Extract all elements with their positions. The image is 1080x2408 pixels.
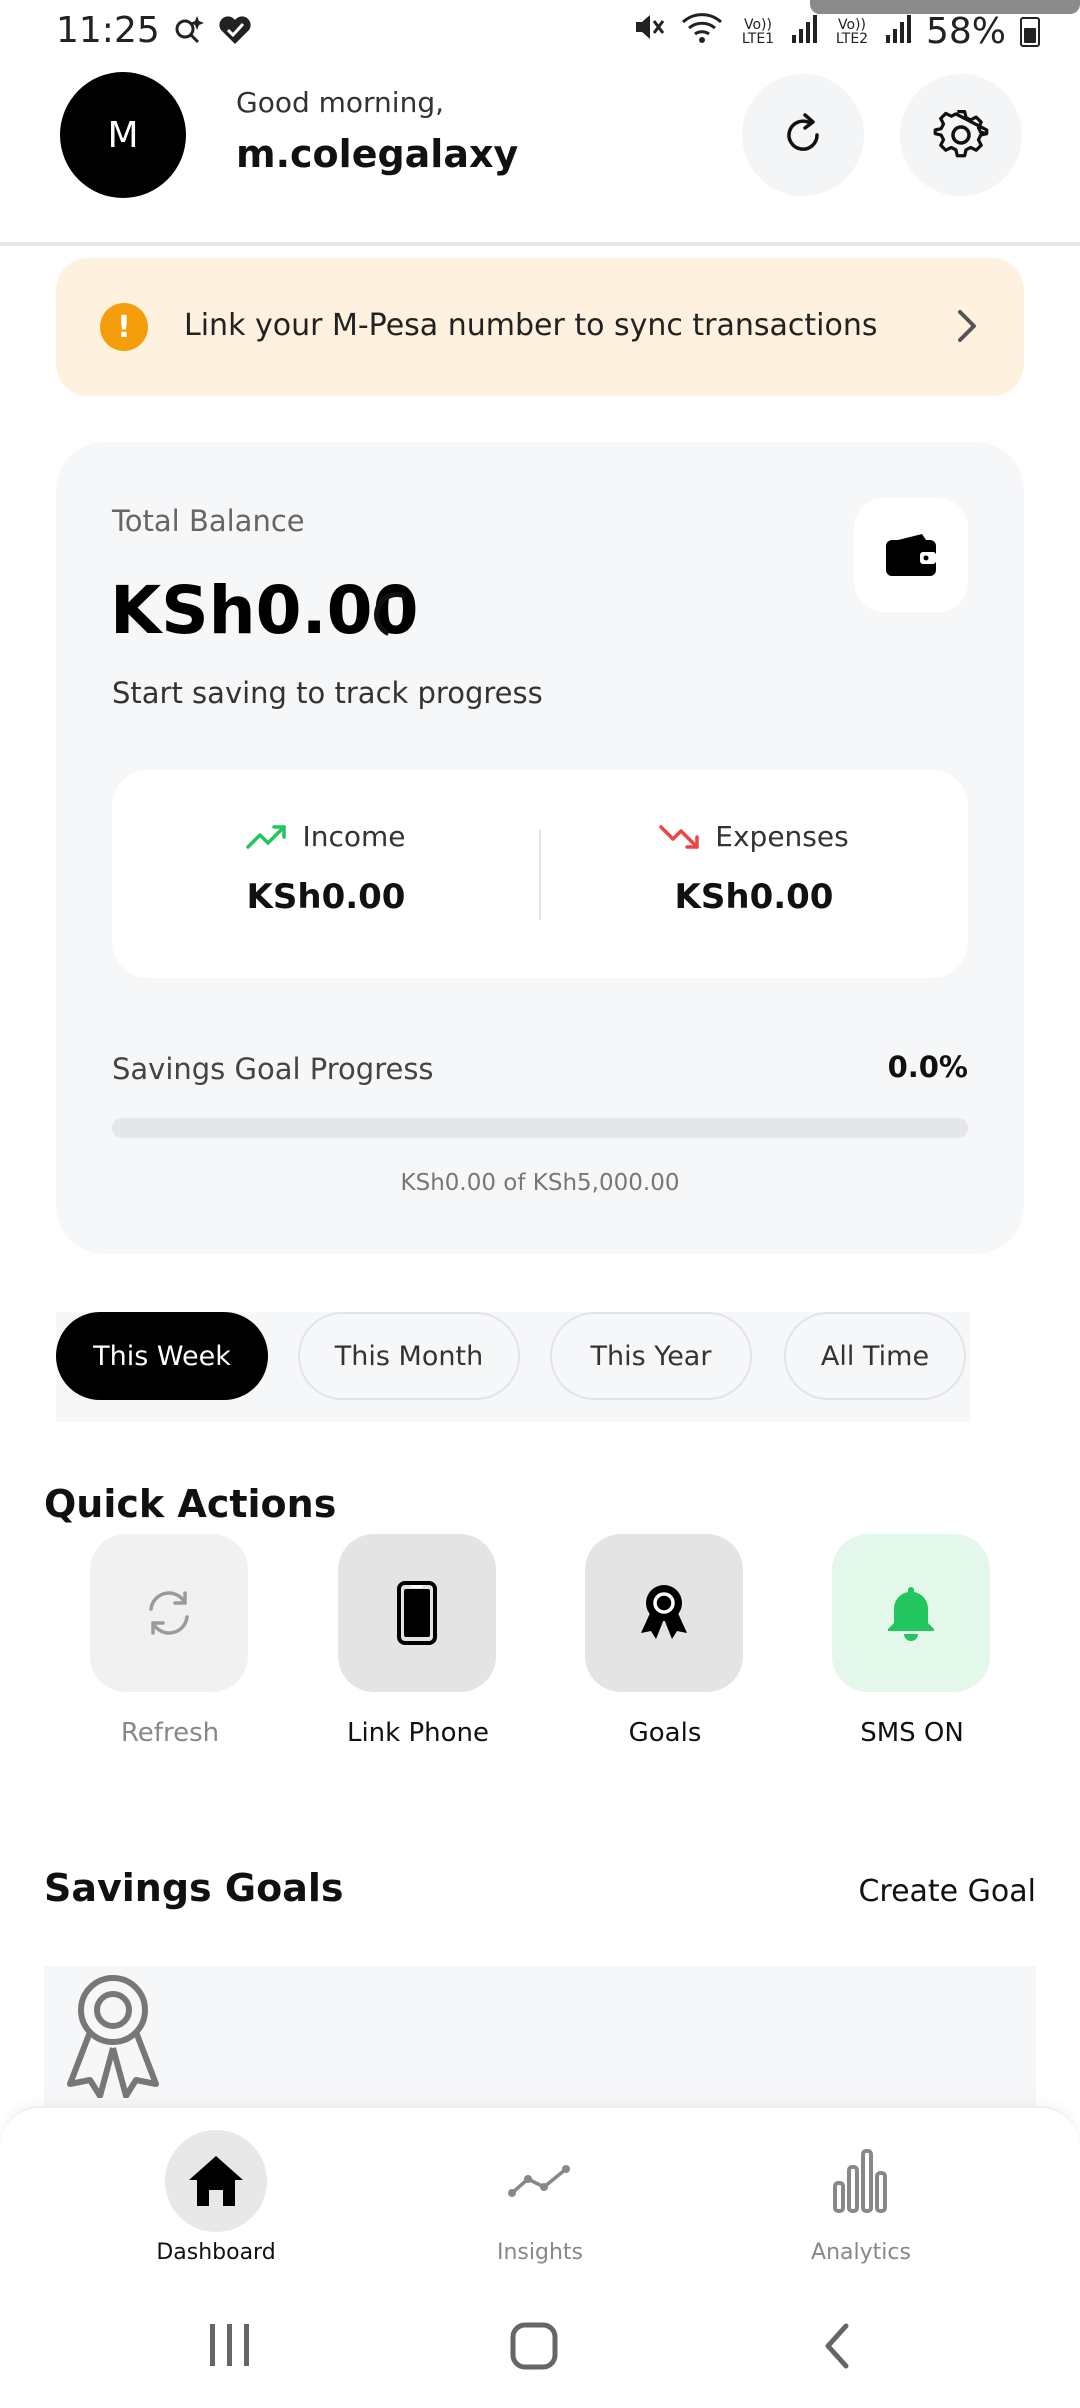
signal-icon-2 bbox=[885, 11, 912, 52]
nav-label: Dashboard bbox=[156, 2240, 276, 2265]
award-outline-icon bbox=[67, 1975, 159, 2098]
back-icon[interactable] bbox=[820, 2320, 854, 2372]
nav-label: Analytics bbox=[811, 2240, 911, 2265]
tab-this-month[interactable]: This Month bbox=[298, 1312, 520, 1400]
nav-dashboard-icon-wrap[interactable] bbox=[165, 2130, 267, 2232]
mute-icon bbox=[632, 10, 666, 53]
system-navigation-bar bbox=[0, 2276, 1080, 2408]
savings-goal-of-text: KSh0.00 of KSh5,000.00 bbox=[400, 1170, 680, 1196]
savings-goal-label: Savings Goal Progress bbox=[112, 1052, 434, 1086]
expenses-summary: Expenses KSh0.00 bbox=[540, 820, 968, 917]
avatar[interactable]: M bbox=[60, 72, 186, 198]
sparkle-search-icon bbox=[170, 12, 206, 52]
refresh-icon bbox=[149, 1591, 189, 1635]
app-header: M Good morning, m.colegalaxy bbox=[0, 64, 1080, 246]
gear-icon bbox=[933, 109, 989, 158]
quick-action-link-phone-tile[interactable] bbox=[338, 1534, 496, 1692]
quick-action-link-phone[interactable]: Link Phone bbox=[338, 1534, 498, 1748]
quick-action-refresh[interactable]: Refresh bbox=[90, 1534, 250, 1748]
income-value: KSh0.00 bbox=[246, 876, 406, 917]
bell-icon bbox=[888, 1587, 934, 1641]
wifi-icon bbox=[680, 10, 724, 53]
status-time: 11:25 bbox=[56, 10, 160, 51]
quick-action-label: Refresh bbox=[120, 1718, 220, 1748]
trending-down-icon bbox=[659, 824, 700, 849]
nav-dashboard[interactable]: Dashboard bbox=[96, 2130, 336, 2265]
create-goal-button[interactable]: Create Goal bbox=[858, 1874, 1036, 1909]
quick-action-label: Goals bbox=[628, 1718, 702, 1748]
analytics-icon bbox=[833, 2149, 887, 2213]
balance-card: Total Balance KSh0.00 Start saving to tr… bbox=[56, 442, 1024, 1254]
insights-icon bbox=[508, 2165, 570, 2197]
nav-analytics-icon-wrap[interactable] bbox=[810, 2130, 912, 2232]
wallet-button[interactable] bbox=[854, 498, 968, 612]
income-summary: Income KSh0.00 bbox=[112, 820, 540, 917]
nav-analytics[interactable]: Analytics bbox=[741, 2130, 981, 2265]
network-label-2: Vo)) LTE2 bbox=[835, 16, 869, 47]
refresh-button[interactable] bbox=[742, 74, 864, 196]
expenses-value: KSh0.00 bbox=[674, 876, 834, 917]
signal-icon-1 bbox=[791, 11, 818, 52]
refresh-icon bbox=[787, 113, 819, 151]
total-balance-label: Total Balance bbox=[112, 504, 305, 538]
mpesa-link-banner[interactable]: ! Link your M-Pesa number to sync transa… bbox=[56, 258, 1024, 396]
quick-action-refresh-tile[interactable] bbox=[90, 1534, 248, 1692]
quick-action-label: SMS ON bbox=[860, 1718, 964, 1748]
period-tabs: This Week This Month This Year All Time bbox=[56, 1312, 970, 1422]
expenses-label: Expenses bbox=[715, 820, 849, 853]
tab-this-week[interactable]: This Week bbox=[56, 1312, 268, 1400]
warning-icon: ! bbox=[100, 303, 148, 351]
tab-all-time[interactable]: All Time bbox=[784, 1312, 966, 1400]
quick-action-sms[interactable]: SMS ON bbox=[832, 1534, 992, 1748]
nav-label: Insights bbox=[496, 2240, 583, 2265]
quick-action-goals-tile[interactable] bbox=[585, 1534, 743, 1692]
bottom-nav: Dashboard Insights Analytics bbox=[0, 2106, 1080, 2276]
banner-text: Link your M-Pesa number to sync transact… bbox=[184, 308, 878, 343]
home-button-icon[interactable] bbox=[510, 2322, 558, 2370]
trending-up-icon bbox=[246, 824, 287, 849]
quick-action-goals[interactable]: Goals bbox=[585, 1534, 745, 1748]
phone-icon bbox=[397, 1581, 437, 1645]
total-balance-amount: KSh0.00 bbox=[110, 572, 419, 649]
balance-subtitle: Start saving to track progress bbox=[112, 676, 543, 710]
savings-goal-percent: 0.0% bbox=[887, 1050, 968, 1084]
greeting-text: Good morning, bbox=[236, 86, 445, 119]
quick-actions-title: Quick Actions bbox=[44, 1482, 337, 1526]
nav-insights[interactable]: Insights bbox=[420, 2130, 660, 2265]
network-label-1: Vo)) LTE1 bbox=[741, 16, 775, 47]
settings-button[interactable] bbox=[900, 74, 1022, 196]
battery-icon bbox=[1020, 16, 1040, 47]
status-bar: 11:25 Vo)) LTE1 Vo)) LTE2 58% bbox=[0, 0, 1080, 64]
savings-goals-empty-panel bbox=[44, 1966, 1036, 2116]
chevron-right-icon bbox=[952, 306, 980, 350]
quick-action-sms-tile[interactable] bbox=[832, 1534, 990, 1692]
award-icon bbox=[641, 1585, 687, 1639]
battery-percent: 58% bbox=[925, 11, 1006, 52]
username: m.colegalaxy bbox=[236, 132, 519, 176]
tab-this-year[interactable]: This Year bbox=[550, 1312, 752, 1400]
quick-action-label: Link Phone bbox=[346, 1718, 490, 1748]
verified-heart-icon bbox=[216, 12, 254, 52]
status-left-icons bbox=[170, 12, 254, 52]
recent-apps-icon[interactable] bbox=[206, 2322, 254, 2368]
income-expenses-box: Income KSh0.00 Expenses KSh0.00 bbox=[112, 770, 968, 978]
income-label: Income bbox=[302, 820, 406, 853]
status-right: Vo)) LTE1 Vo)) LTE2 58% bbox=[632, 10, 1040, 53]
savings-goal-progress-bar bbox=[112, 1118, 968, 1138]
wallet-icon bbox=[886, 534, 936, 576]
home-icon bbox=[189, 2156, 243, 2206]
nav-insights-icon-wrap[interactable] bbox=[489, 2130, 591, 2232]
savings-goals-title: Savings Goals bbox=[44, 1866, 344, 1910]
